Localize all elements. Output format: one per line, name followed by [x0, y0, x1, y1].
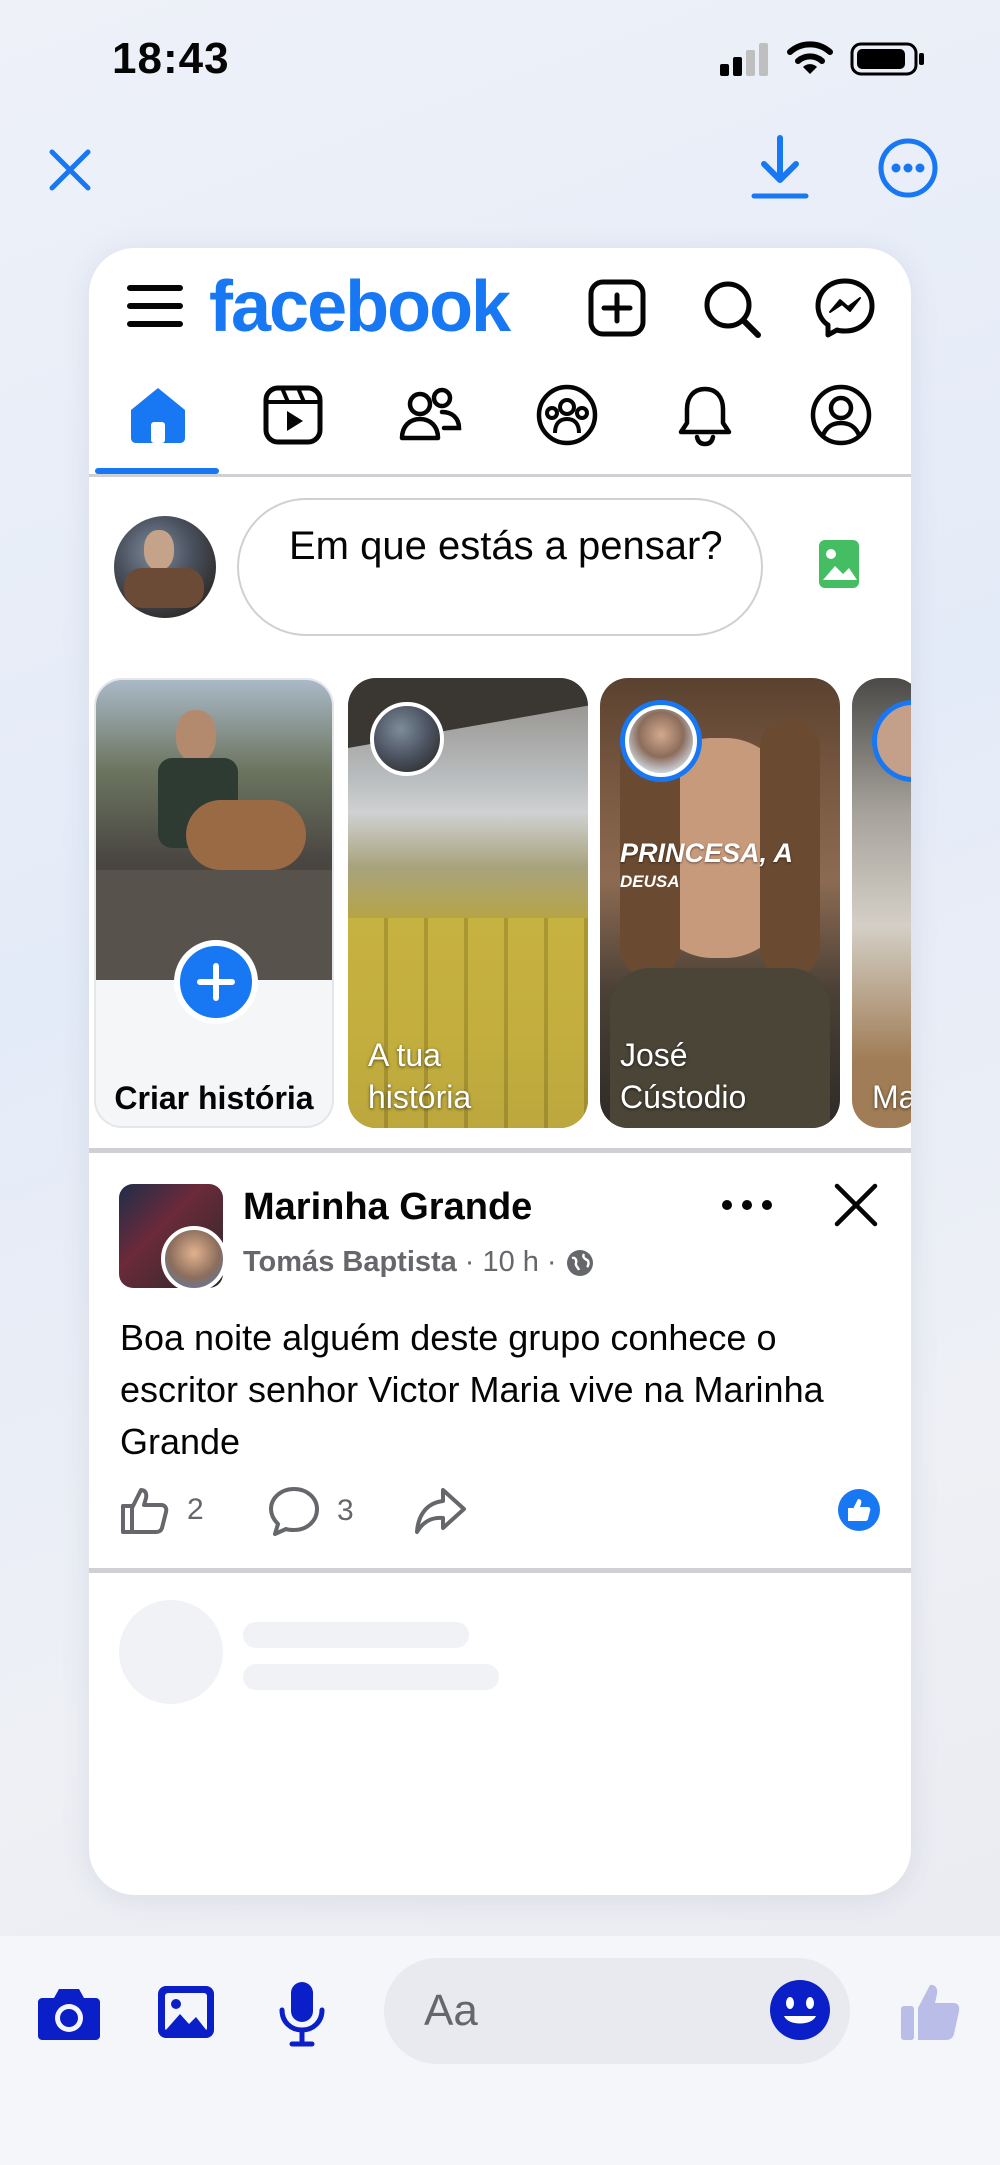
- story-jose-custodio[interactable]: PRINCESA, A DEUSA José Cústodio: [600, 678, 840, 1128]
- author-avatar[interactable]: [161, 1226, 227, 1292]
- emoji-icon: [770, 1980, 830, 2040]
- tab-profile[interactable]: [786, 376, 896, 454]
- close-button[interactable]: [40, 140, 100, 200]
- menu-button[interactable]: [127, 278, 183, 334]
- reels-icon: [263, 385, 323, 445]
- meta-separator: ·: [546, 1246, 557, 1278]
- facebook-logo: facebook: [209, 267, 511, 347]
- story-jose-label: José Cústodio: [620, 1037, 747, 1115]
- message-placeholder: Aa: [424, 1986, 478, 2035]
- camera-button[interactable]: [36, 1984, 102, 2044]
- tab-friends[interactable]: [376, 376, 486, 454]
- search-icon: [704, 281, 761, 338]
- post-meta: Tomás Baptista · 10 h ·: [243, 1246, 595, 1279]
- share-action[interactable]: [413, 1486, 467, 1541]
- wifi-icon: [786, 40, 834, 76]
- menu-icon: [127, 285, 183, 327]
- post-time[interactable]: 10 h: [482, 1246, 538, 1279]
- meta-separator: ·: [464, 1246, 475, 1278]
- globe-icon: [566, 1249, 593, 1276]
- more-circle-icon: [878, 138, 938, 198]
- header-divider: [89, 474, 911, 477]
- tab-groups[interactable]: [512, 376, 622, 454]
- messenger-button[interactable]: [813, 276, 877, 340]
- microphone-icon: [279, 1982, 325, 2047]
- camera-icon: [38, 1989, 100, 2040]
- like-reaction-icon: [838, 1489, 880, 1531]
- like-action[interactable]: 2: [119, 1484, 204, 1536]
- gallery-icon: [158, 1986, 214, 2038]
- comment-count: 3: [337, 1494, 354, 1527]
- story-own-label: A tua história: [368, 1037, 472, 1115]
- share-icon: [415, 1488, 466, 1534]
- post-hide-button[interactable]: [831, 1180, 881, 1230]
- post-more-button[interactable]: [719, 1190, 775, 1220]
- story-create-label: Criar história: [114, 1080, 314, 1116]
- status-time: 18:43: [112, 34, 230, 83]
- story-jose-avatar: [620, 700, 702, 782]
- story-partial-avatar: [872, 700, 911, 782]
- post-divider: [89, 1568, 911, 1573]
- battery-icon: [850, 42, 926, 76]
- home-icon: [131, 388, 185, 443]
- profile-icon: [810, 384, 872, 446]
- photo-button[interactable]: [817, 538, 865, 594]
- notifications-icon: [678, 386, 732, 447]
- story-overlay-subtitle: DEUSA: [620, 872, 680, 891]
- comment-icon: [269, 1487, 319, 1536]
- story-own[interactable]: A tua história: [348, 678, 588, 1128]
- stories-divider: [89, 1148, 911, 1153]
- tab-reels[interactable]: [238, 376, 348, 454]
- story-overlay-title: PRINCESA, A: [620, 838, 794, 868]
- thumbs-up-icon: [901, 1984, 960, 2040]
- messenger-icon: [815, 278, 875, 338]
- post-author[interactable]: Tomás Baptista: [243, 1246, 457, 1279]
- user-avatar[interactable]: [114, 516, 216, 618]
- download-icon: [751, 135, 809, 199]
- skeleton-line: [243, 1664, 499, 1690]
- photo-icon: [819, 540, 859, 588]
- download-button[interactable]: [748, 132, 812, 202]
- send-like-button[interactable]: [898, 1980, 962, 2046]
- close-icon: [49, 149, 91, 191]
- shared-screenshot-card[interactable]: facebook Em que estás a pensar? Criar hi…: [89, 248, 911, 1895]
- create-story-plus-icon[interactable]: [174, 940, 258, 1024]
- status-composer-input[interactable]: Em que estás a pensar?: [237, 498, 763, 636]
- comment-action[interactable]: 3: [267, 1484, 354, 1538]
- skeleton-line: [243, 1622, 469, 1648]
- signal-icon: [718, 42, 772, 76]
- message-input[interactable]: Aa: [384, 1958, 850, 2064]
- thumbs-up-outline-icon: [121, 1488, 169, 1534]
- like-count: 2: [187, 1493, 204, 1526]
- post-text: Boa noite alguém deste grupo conhece o e…: [120, 1317, 824, 1462]
- gallery-button[interactable]: [156, 1984, 218, 2044]
- microphone-button[interactable]: [278, 1980, 328, 2050]
- create-button[interactable]: [587, 278, 647, 338]
- reaction-summary[interactable]: [837, 1488, 881, 1537]
- tab-notifications[interactable]: [650, 376, 760, 454]
- emoji-button[interactable]: [768, 1978, 832, 2042]
- tab-home[interactable]: [103, 376, 213, 454]
- story-partial[interactable]: Ma: [852, 678, 911, 1128]
- story-partial-label: Ma: [872, 1079, 911, 1115]
- skeleton-avatar: [119, 1600, 223, 1704]
- post-group-name[interactable]: Marinha Grande: [243, 1186, 532, 1229]
- more-horizontal-icon: [722, 1200, 772, 1210]
- create-icon: [588, 279, 646, 337]
- group-avatar[interactable]: [119, 1184, 227, 1292]
- groups-icon: [536, 384, 598, 446]
- friends-icon: [399, 387, 462, 441]
- search-button[interactable]: [701, 278, 763, 340]
- story-own-avatar: [370, 702, 444, 776]
- close-icon: [834, 1183, 878, 1227]
- story-create[interactable]: Criar história: [94, 678, 334, 1128]
- more-options-button[interactable]: [876, 136, 940, 200]
